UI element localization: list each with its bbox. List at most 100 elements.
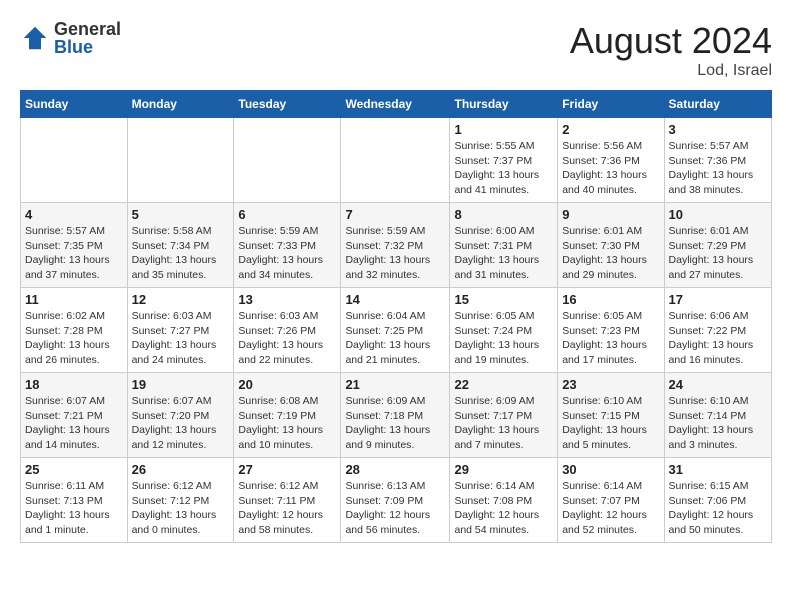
day-number: 3	[669, 122, 767, 137]
calendar-cell: 14Sunrise: 6:04 AMSunset: 7:25 PMDayligh…	[341, 288, 450, 373]
calendar-cell: 28 Sunrise: 6:13 AMSunset: 7:09 PMDayligh…	[341, 458, 450, 543]
calendar-cell: 10 Sunrise: 6:01 AMSunset: 7:29 PMDayligh…	[664, 203, 771, 288]
day-number: 9	[562, 207, 659, 222]
calendar-week-4: 18 Sunrise: 6:07 AMSunset: 7:21 PMDayligh…	[21, 373, 772, 458]
day-info: Sunrise: 6:05 AMSunset: 7:24 PMDaylight:…	[454, 309, 553, 368]
day-number: 16	[562, 292, 659, 307]
location-subtitle: Lod, Israel	[570, 62, 772, 80]
title-block: August 2024 Lod, Israel	[570, 20, 772, 80]
day-number: 30	[562, 462, 659, 477]
day-number: 18	[25, 377, 123, 392]
day-number: 7	[345, 207, 445, 222]
day-number: 22	[454, 377, 553, 392]
day-number: 6	[238, 207, 336, 222]
day-info: Sunrise: 6:08 AMSunset: 7:19 PMDaylight:…	[238, 394, 336, 453]
day-info: Sunrise: 5:55 AMSunset: 7:37 PMDaylight:…	[454, 139, 553, 198]
day-info: Sunrise: 6:12 AMSunset: 7:11 PMDaylight:…	[238, 479, 336, 538]
day-number: 23	[562, 377, 659, 392]
day-info: Sunrise: 5:59 AMSunset: 7:32 PMDaylight:…	[345, 224, 445, 283]
day-info: Sunrise: 5:58 AMSunset: 7:34 PMDaylight:…	[132, 224, 230, 283]
calendar-cell: 23 Sunrise: 6:10 AMSunset: 7:15 PMDayligh…	[558, 373, 664, 458]
calendar-header-friday: Friday	[558, 91, 664, 118]
day-info: Sunrise: 6:10 AMSunset: 7:14 PMDaylight:…	[669, 394, 767, 453]
day-number: 12	[132, 292, 230, 307]
calendar-cell: 19 Sunrise: 6:07 AMSunset: 7:20 PMDayligh…	[127, 373, 234, 458]
calendar-cell: 4 Sunrise: 5:57 AMSunset: 7:35 PMDaylight…	[21, 203, 128, 288]
day-info: Sunrise: 6:00 AMSunset: 7:31 PMDaylight:…	[454, 224, 553, 283]
day-info: Sunrise: 6:01 AMSunset: 7:29 PMDaylight:…	[669, 224, 767, 283]
day-number: 21	[345, 377, 445, 392]
calendar-cell: 29Sunrise: 6:14 AMSunset: 7:08 PMDayligh…	[450, 458, 558, 543]
day-info: Sunrise: 5:57 AMSunset: 7:36 PMDaylight:…	[669, 139, 767, 198]
calendar-header-wednesday: Wednesday	[341, 91, 450, 118]
calendar-header-saturday: Saturday	[664, 91, 771, 118]
day-info: Sunrise: 6:15 AMSunset: 7:06 PMDaylight:…	[669, 479, 767, 538]
day-number: 15	[454, 292, 553, 307]
calendar-header-thursday: Thursday	[450, 91, 558, 118]
day-info: Sunrise: 6:09 AMSunset: 7:18 PMDaylight:…	[345, 394, 445, 453]
calendar-cell: 20 Sunrise: 6:08 AMSunset: 7:19 PMDayligh…	[234, 373, 341, 458]
day-info: Sunrise: 6:05 AMSunset: 7:23 PMDaylight:…	[562, 309, 659, 368]
day-number: 20	[238, 377, 336, 392]
day-number: 14	[345, 292, 445, 307]
calendar-cell: 9Sunrise: 6:01 AMSunset: 7:30 PMDaylight…	[558, 203, 664, 288]
day-number: 11	[25, 292, 123, 307]
day-info: Sunrise: 6:10 AMSunset: 7:15 PMDaylight:…	[562, 394, 659, 453]
calendar-week-1: 1Sunrise: 5:55 AMSunset: 7:37 PMDaylight…	[21, 118, 772, 203]
calendar-cell: 22 Sunrise: 6:09 AMSunset: 7:17 PMDayligh…	[450, 373, 558, 458]
calendar-cell: 30 Sunrise: 6:14 AMSunset: 7:07 PMDayligh…	[558, 458, 664, 543]
calendar-header-row: SundayMondayTuesdayWednesdayThursdayFrid…	[21, 91, 772, 118]
calendar-cell: 12 Sunrise: 6:03 AMSunset: 7:27 PMDayligh…	[127, 288, 234, 373]
calendar-cell: 2Sunrise: 5:56 AMSunset: 7:36 PMDaylight…	[558, 118, 664, 203]
calendar-cell: 21 Sunrise: 6:09 AMSunset: 7:18 PMDayligh…	[341, 373, 450, 458]
calendar-header-tuesday: Tuesday	[234, 91, 341, 118]
logo: General Blue	[20, 20, 121, 56]
day-info: Sunrise: 5:57 AMSunset: 7:35 PMDaylight:…	[25, 224, 123, 283]
day-number: 10	[669, 207, 767, 222]
calendar-table: SundayMondayTuesdayWednesdayThursdayFrid…	[20, 90, 772, 543]
page-header: General Blue August 2024 Lod, Israel	[20, 20, 772, 80]
day-info: Sunrise: 6:13 AMSunset: 7:09 PMDaylight:…	[345, 479, 445, 538]
day-info: Sunrise: 6:07 AMSunset: 7:21 PMDaylight:…	[25, 394, 123, 453]
calendar-cell: 25 Sunrise: 6:11 AMSunset: 7:13 PMDayligh…	[21, 458, 128, 543]
day-number: 19	[132, 377, 230, 392]
day-number: 13	[238, 292, 336, 307]
day-number: 26	[132, 462, 230, 477]
calendar-cell: 1Sunrise: 5:55 AMSunset: 7:37 PMDaylight…	[450, 118, 558, 203]
calendar-header-monday: Monday	[127, 91, 234, 118]
day-info: Sunrise: 6:12 AMSunset: 7:12 PMDaylight:…	[132, 479, 230, 538]
day-info: Sunrise: 6:03 AMSunset: 7:26 PMDaylight:…	[238, 309, 336, 368]
day-info: Sunrise: 6:03 AMSunset: 7:27 PMDaylight:…	[132, 309, 230, 368]
calendar-header-sunday: Sunday	[21, 91, 128, 118]
calendar-cell: 27 Sunrise: 6:12 AMSunset: 7:11 PMDayligh…	[234, 458, 341, 543]
calendar-cell: 6 Sunrise: 5:59 AMSunset: 7:33 PMDaylight…	[234, 203, 341, 288]
calendar-week-3: 11Sunrise: 6:02 AMSunset: 7:28 PMDayligh…	[21, 288, 772, 373]
calendar-cell	[127, 118, 234, 203]
logo-blue-text: Blue	[54, 38, 121, 56]
calendar-cell: 7 Sunrise: 5:59 AMSunset: 7:32 PMDaylight…	[341, 203, 450, 288]
day-number: 8	[454, 207, 553, 222]
day-number: 29	[454, 462, 553, 477]
day-info: Sunrise: 6:06 AMSunset: 7:22 PMDaylight:…	[669, 309, 767, 368]
day-number: 28	[345, 462, 445, 477]
day-info: Sunrise: 6:14 AMSunset: 7:07 PMDaylight:…	[562, 479, 659, 538]
day-info: Sunrise: 6:07 AMSunset: 7:20 PMDaylight:…	[132, 394, 230, 453]
day-number: 31	[669, 462, 767, 477]
calendar-cell: 3 Sunrise: 5:57 AMSunset: 7:36 PMDaylight…	[664, 118, 771, 203]
day-info: Sunrise: 5:56 AMSunset: 7:36 PMDaylight:…	[562, 139, 659, 198]
calendar-week-2: 4 Sunrise: 5:57 AMSunset: 7:35 PMDaylight…	[21, 203, 772, 288]
logo-icon	[20, 23, 50, 53]
day-number: 4	[25, 207, 123, 222]
day-info: Sunrise: 6:09 AMSunset: 7:17 PMDaylight:…	[454, 394, 553, 453]
day-info: Sunrise: 5:59 AMSunset: 7:33 PMDaylight:…	[238, 224, 336, 283]
day-number: 25	[25, 462, 123, 477]
calendar-cell: 18 Sunrise: 6:07 AMSunset: 7:21 PMDayligh…	[21, 373, 128, 458]
calendar-cell: 8 Sunrise: 6:00 AMSunset: 7:31 PMDaylight…	[450, 203, 558, 288]
logo-general-text: General	[54, 20, 121, 38]
day-number: 27	[238, 462, 336, 477]
day-number: 5	[132, 207, 230, 222]
day-info: Sunrise: 6:11 AMSunset: 7:13 PMDaylight:…	[25, 479, 123, 538]
calendar-cell: 5 Sunrise: 5:58 AMSunset: 7:34 PMDaylight…	[127, 203, 234, 288]
calendar-cell: 13 Sunrise: 6:03 AMSunset: 7:26 PMDayligh…	[234, 288, 341, 373]
calendar-cell: 24Sunrise: 6:10 AMSunset: 7:14 PMDayligh…	[664, 373, 771, 458]
